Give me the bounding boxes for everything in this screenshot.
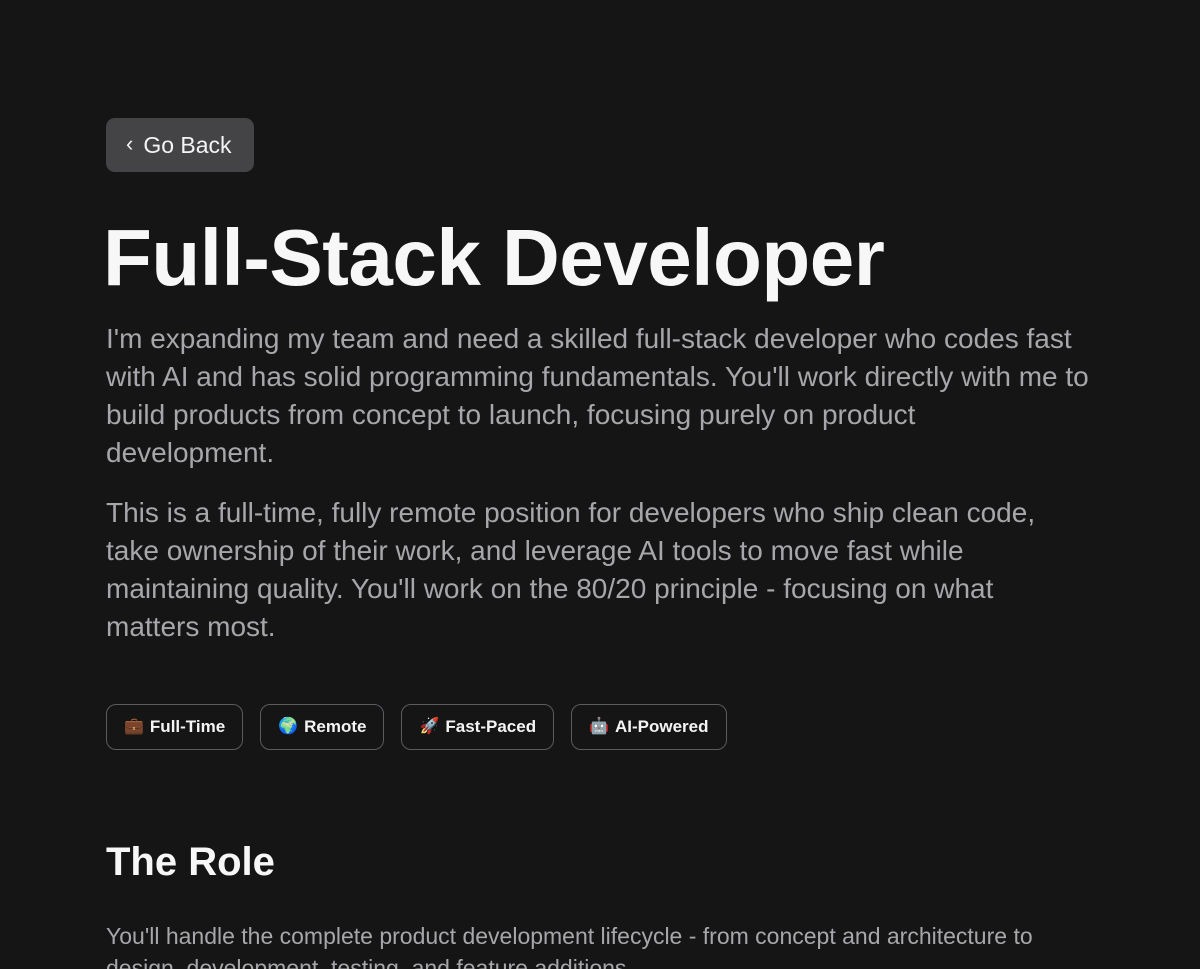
tag-label: Fast-Paced [445, 717, 537, 736]
tag-fast-paced: 🚀 Fast-Paced [401, 704, 555, 750]
section-heading-role: The Role [106, 840, 275, 884]
role-description: You'll handle the complete product devel… [106, 923, 1033, 969]
chevron-left-icon: ‹ [126, 131, 134, 156]
robot-icon: 🤖 [589, 718, 609, 735]
rocket-icon: 🚀 [419, 718, 440, 735]
tag-ai-powered: 🤖 AI-Powered [571, 704, 727, 750]
go-back-button[interactable]: ‹ Go Back [106, 118, 254, 172]
globe-icon: 🌍 [278, 718, 299, 735]
tag-remote: 🌍 Remote [260, 704, 385, 750]
intro-paragraph: This is a full-time, fully remote positi… [106, 497, 1036, 642]
tag-label: Remote [304, 717, 367, 736]
job-detail: ‹ Go Back Full-Stack Developer I'm expan… [103, 118, 1106, 969]
job-tags: 💼 Full-Time 🌍 Remote 🚀 Fast-Paced 🤖 AI-P… [106, 704, 1106, 750]
intro-paragraph: I'm expanding my team and need a skilled… [106, 323, 1089, 468]
tag-full-time: 💼 Full-Time [106, 704, 244, 750]
tag-label: AI-Powered [615, 717, 709, 736]
go-back-label: Go Back [143, 131, 232, 158]
briefcase-icon: 💼 [124, 718, 144, 735]
page-title: Full-Stack Developer [103, 213, 885, 302]
tag-label: Full-Time [149, 717, 226, 736]
